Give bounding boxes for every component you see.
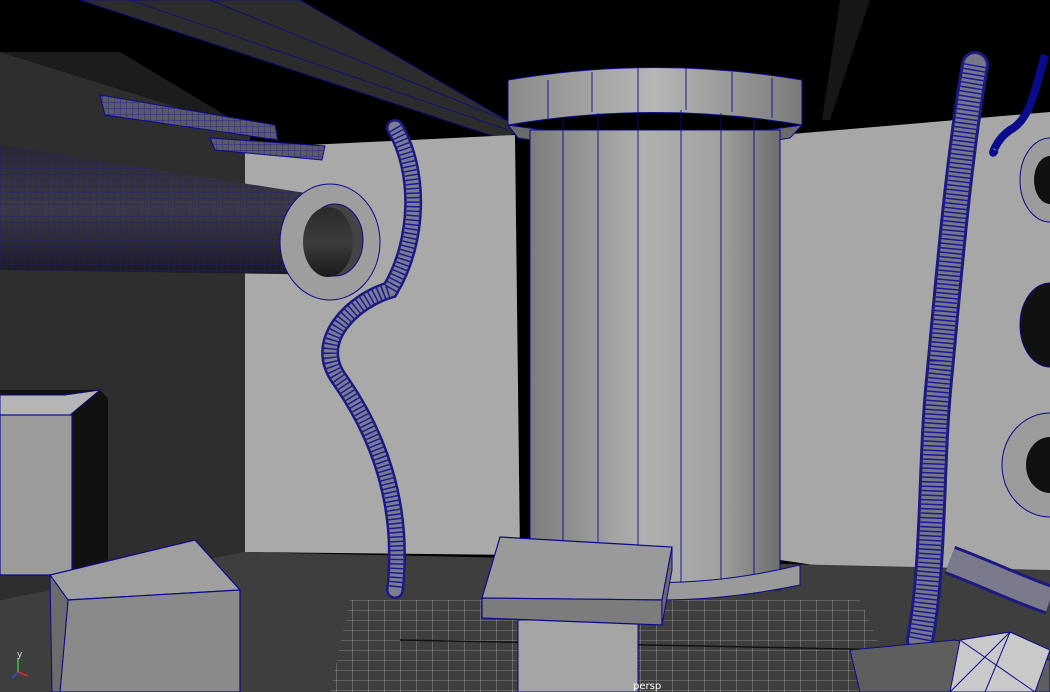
central-column[interactable]: [506, 67, 804, 601]
axis-z-line: [11, 671, 19, 679]
box-upper-left[interactable]: [0, 389, 108, 576]
back-wall-right: [780, 112, 1050, 600]
camera-label: persp: [633, 681, 662, 692]
axis-x-line: [17, 671, 29, 677]
axis-y-label: y: [17, 650, 23, 660]
axis-gizmo: y: [11, 650, 29, 679]
3d-viewport[interactable]: y persp: [0, 0, 1050, 692]
scene-render[interactable]: [0, 0, 1050, 692]
